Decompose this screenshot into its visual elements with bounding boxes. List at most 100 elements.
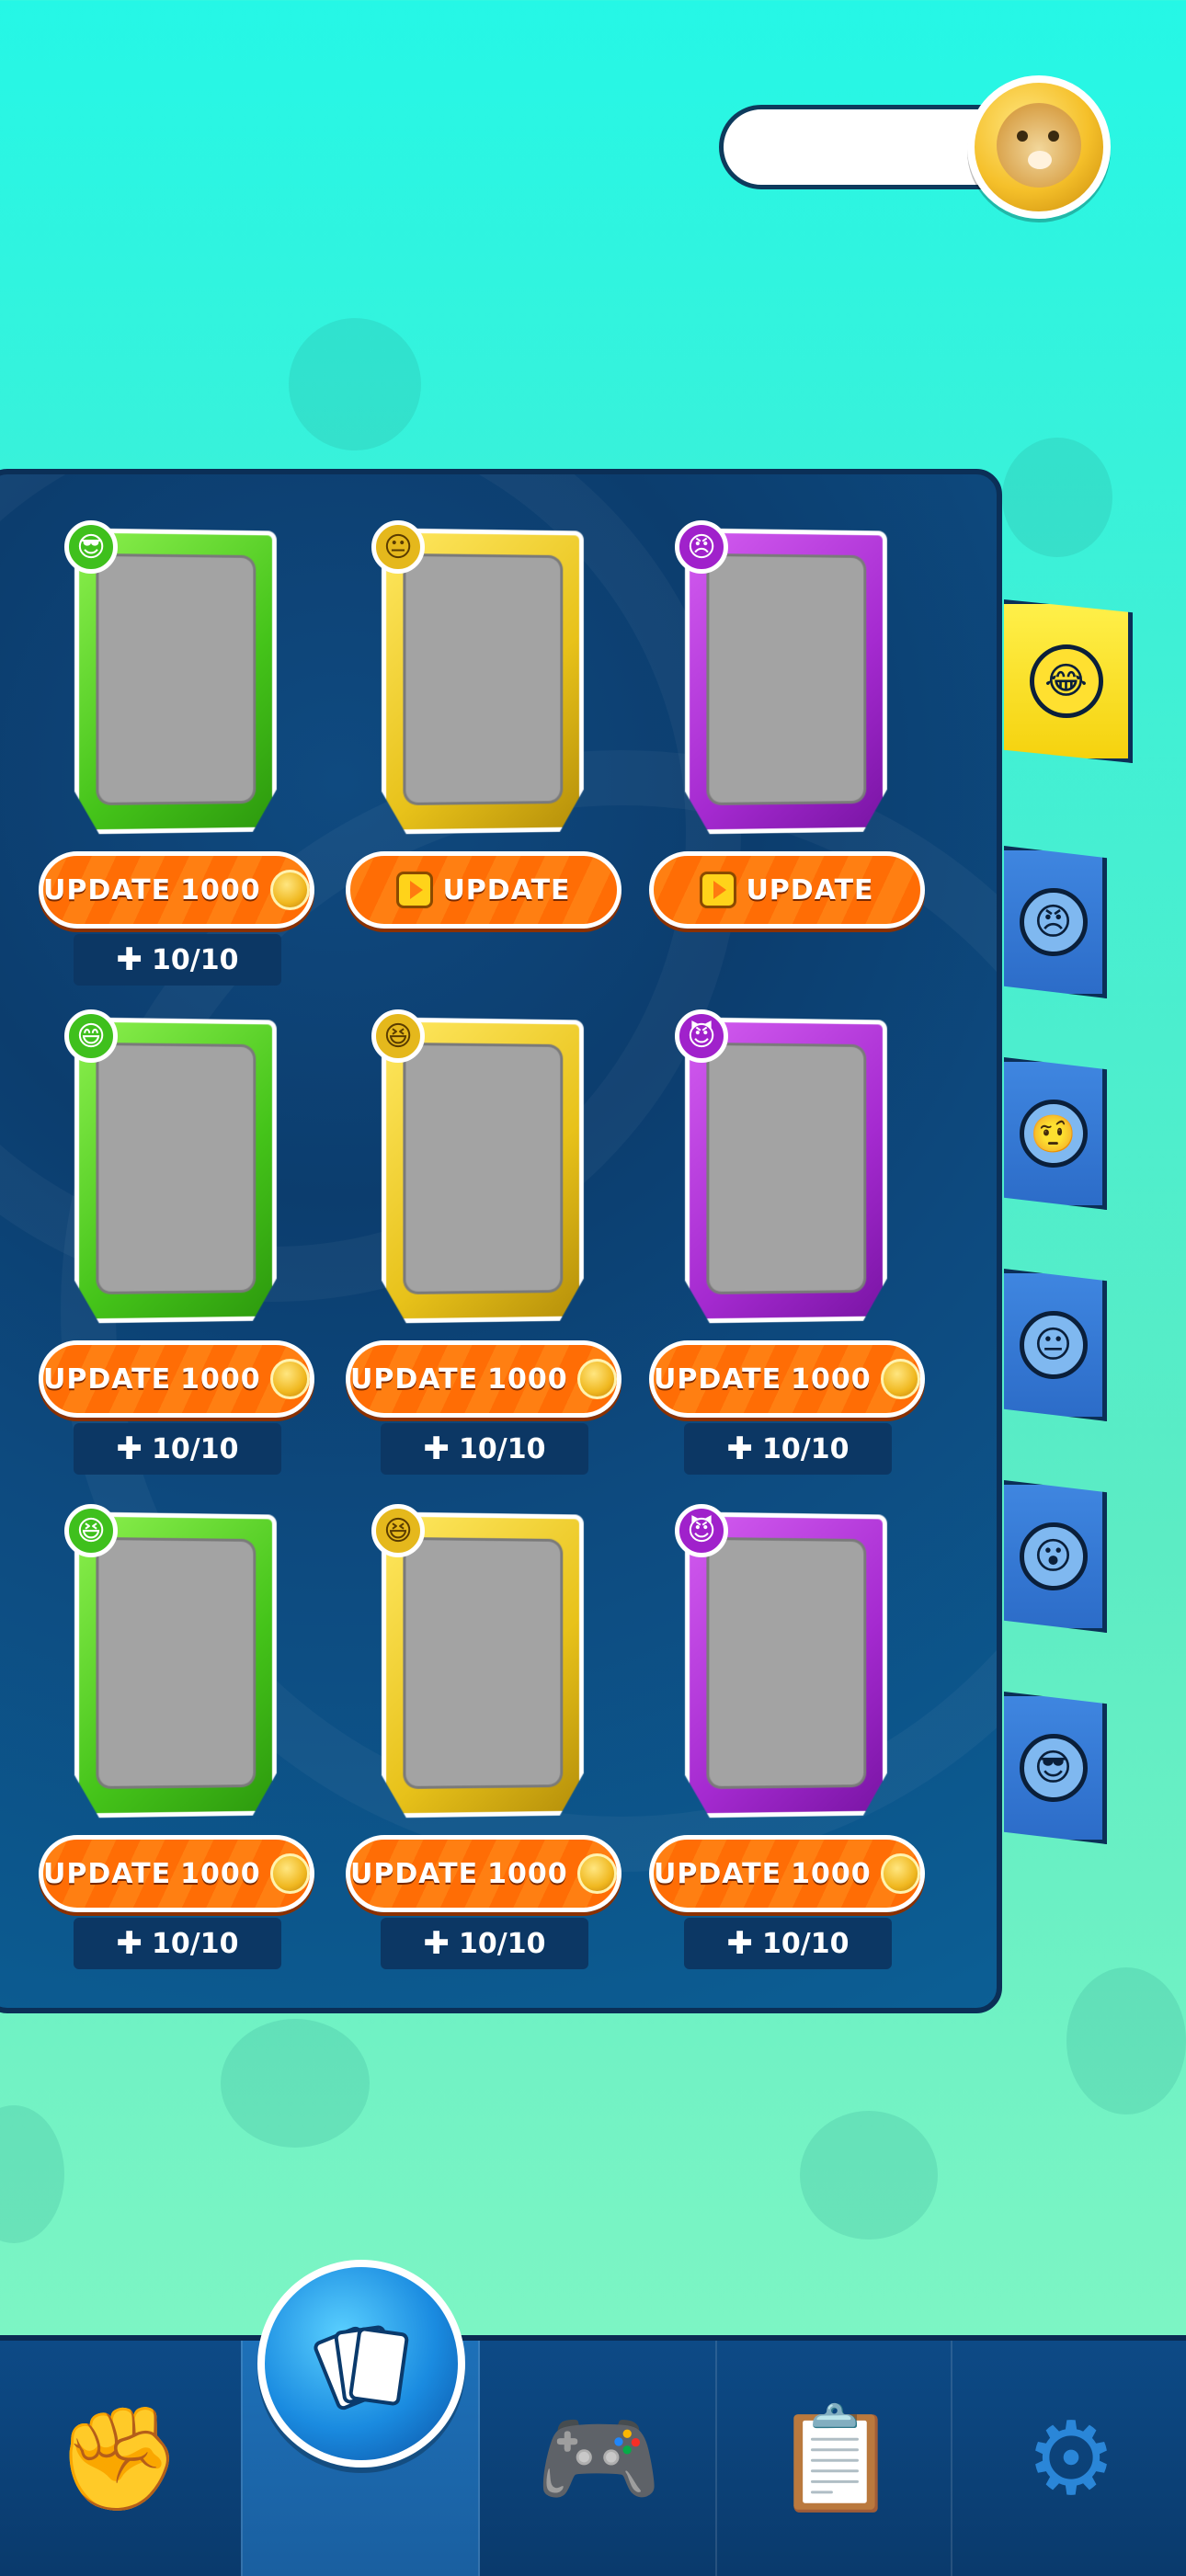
card-art-placeholder	[96, 553, 256, 805]
coin-icon	[269, 1853, 310, 1894]
update-button[interactable]: UPDATE	[649, 851, 925, 929]
card-art-placeholder	[96, 1043, 256, 1294]
coin-icon	[269, 1359, 310, 1399]
card-emoji-badge: 😈	[675, 1504, 728, 1557]
update-button[interactable]: UPDATE 1000	[39, 1835, 314, 1912]
pieces-count: 10/10	[152, 1432, 239, 1465]
card-emoji-badge: 😠	[675, 520, 728, 574]
angry-emoji-icon: 😠	[1019, 888, 1088, 956]
category-tab-surprised[interactable]: 😮	[1004, 1480, 1107, 1633]
card-frame[interactable]	[685, 1017, 887, 1323]
background-emoji	[1002, 438, 1112, 557]
category-tab-cool[interactable]: 😎	[1004, 1692, 1107, 1844]
puzzle-icon: ✚	[726, 1430, 754, 1467]
card-emoji-badge: 😐	[371, 520, 425, 574]
card-art-placeholder	[706, 1537, 866, 1789]
update-cost: 1000	[791, 1362, 872, 1396]
puzzle-pieces-counter: ✚ 10/10	[684, 1918, 892, 1969]
category-tab-angry[interactable]: 😠	[1004, 846, 1107, 998]
update-cost: 1000	[180, 873, 261, 906]
card-frame[interactable]	[382, 1017, 584, 1323]
cards-nav-button[interactable]	[257, 2260, 465, 2468]
update-button[interactable]: UPDATE 1000	[346, 1835, 622, 1912]
update-button[interactable]: UPDATE 1000	[39, 1340, 314, 1418]
card-emoji-badge: 😆	[64, 1504, 118, 1557]
card-emoji-badge: 😈	[675, 1009, 728, 1063]
update-button[interactable]: UPDATE 1000	[649, 1835, 925, 1912]
category-tab-neutral[interactable]: 😐	[1004, 1269, 1107, 1421]
card-slot[interactable]: 😄 UPDATE 1000 ✚ 10/10	[39, 1009, 314, 1487]
card-slot[interactable]: 😆 UPDATE 1000 ✚ 10/10	[39, 1504, 314, 1982]
card-frame[interactable]	[74, 528, 277, 834]
card-slot[interactable]: 😠 UPDATE	[649, 520, 925, 998]
card-frame[interactable]	[382, 528, 584, 834]
card-emoji-badge: 😎	[64, 520, 118, 574]
puzzle-pieces-counter: ✚ 10/10	[74, 1423, 281, 1475]
card-frame[interactable]	[74, 1017, 277, 1323]
pieces-count: 10/10	[459, 1432, 546, 1465]
puzzle-icon: ✚	[423, 1925, 450, 1962]
card-art-placeholder	[403, 1043, 563, 1294]
update-button[interactable]: UPDATE 1000	[649, 1340, 925, 1418]
card-art-placeholder	[403, 1537, 563, 1789]
card-slot[interactable]: 😐 UPDATE	[346, 520, 622, 998]
background-emoji	[221, 2019, 370, 2148]
card-art-placeholder	[706, 1043, 866, 1294]
update-button-label: UPDATE	[746, 873, 874, 906]
update-button[interactable]: UPDATE 1000	[39, 851, 314, 929]
card-slot[interactable]: 😎 UPDATE 1000 ✚ 10/10	[39, 520, 314, 998]
category-tab-suspicious[interactable]: 🤨	[1004, 1057, 1107, 1210]
update-cost: 1000	[180, 1362, 261, 1396]
nav-tasks[interactable]: 📋	[715, 2341, 954, 2576]
update-cost: 1000	[791, 1857, 872, 1890]
update-button-label: UPDATE	[654, 1857, 782, 1890]
coin-icon	[880, 1853, 920, 1894]
pieces-count: 10/10	[152, 943, 239, 976]
card-art-placeholder	[403, 553, 563, 805]
background-emoji	[1066, 1967, 1186, 2114]
card-frame[interactable]	[382, 1511, 584, 1818]
suspicious-emoji-icon: 🤨	[1019, 1100, 1088, 1168]
update-button[interactable]: UPDATE	[346, 851, 622, 929]
update-button-label: UPDATE	[43, 873, 172, 906]
update-button-label: UPDATE	[43, 1857, 172, 1890]
puzzle-pieces-counter: ✚ 10/10	[74, 934, 281, 986]
pieces-count: 10/10	[459, 1927, 546, 1960]
card-frame[interactable]	[74, 1511, 277, 1818]
update-cost: 1000	[487, 1362, 568, 1396]
update-button[interactable]: UPDATE 1000	[346, 1340, 622, 1418]
card-frame[interactable]	[685, 1511, 887, 1818]
pieces-count: 10/10	[762, 1432, 850, 1465]
cards-icon	[311, 2313, 412, 2414]
surprised-emoji-icon: 😮	[1019, 1522, 1088, 1590]
card-slot[interactable]: 😈 UPDATE 1000 ✚ 10/10	[649, 1009, 925, 1487]
coin-icon	[880, 1359, 920, 1399]
update-cost: 1000	[487, 1857, 568, 1890]
nav-play[interactable]: 🎮	[478, 2341, 717, 2576]
puzzle-icon: ✚	[116, 1430, 143, 1467]
background-emoji	[289, 318, 421, 450]
nav-settings[interactable]: ⚙	[951, 2341, 1186, 2576]
coin-icon	[576, 1853, 617, 1894]
puzzle-icon: ✚	[726, 1925, 754, 1962]
card-slot[interactable]: 😆 UPDATE 1000 ✚ 10/10	[346, 1009, 622, 1487]
background-emoji	[800, 2111, 938, 2240]
puzzle-pieces-counter: ✚ 10/10	[74, 1918, 281, 1969]
card-frame[interactable]	[685, 528, 887, 834]
card-art-placeholder	[96, 1537, 256, 1789]
puzzle-pieces-counter: ✚ 10/10	[381, 1423, 588, 1475]
card-slot[interactable]: 😆 UPDATE 1000 ✚ 10/10	[346, 1504, 622, 1982]
category-tab-laughing[interactable]: 😂	[1004, 599, 1133, 763]
bottom-nav-bar: ✊ 🎮 📋 ⚙	[0, 2335, 1186, 2576]
update-button-label: UPDATE	[350, 1362, 479, 1396]
puzzle-icon: ✚	[116, 941, 143, 978]
card-collection-panel: 😎 UPDATE 1000 ✚ 10/10 😐 UPDATE 😠 UPDATE …	[0, 469, 1002, 2013]
update-button-label: UPDATE	[442, 873, 571, 906]
pieces-count: 10/10	[762, 1927, 850, 1960]
gamepad-icon: 🎮	[535, 2399, 662, 2517]
card-art-placeholder	[706, 553, 866, 805]
background-emoji	[0, 2105, 64, 2243]
nav-shop[interactable]: ✊	[0, 2341, 237, 2576]
coin-icon	[576, 1359, 617, 1399]
card-slot[interactable]: 😈 UPDATE 1000 ✚ 10/10	[649, 1504, 925, 1982]
